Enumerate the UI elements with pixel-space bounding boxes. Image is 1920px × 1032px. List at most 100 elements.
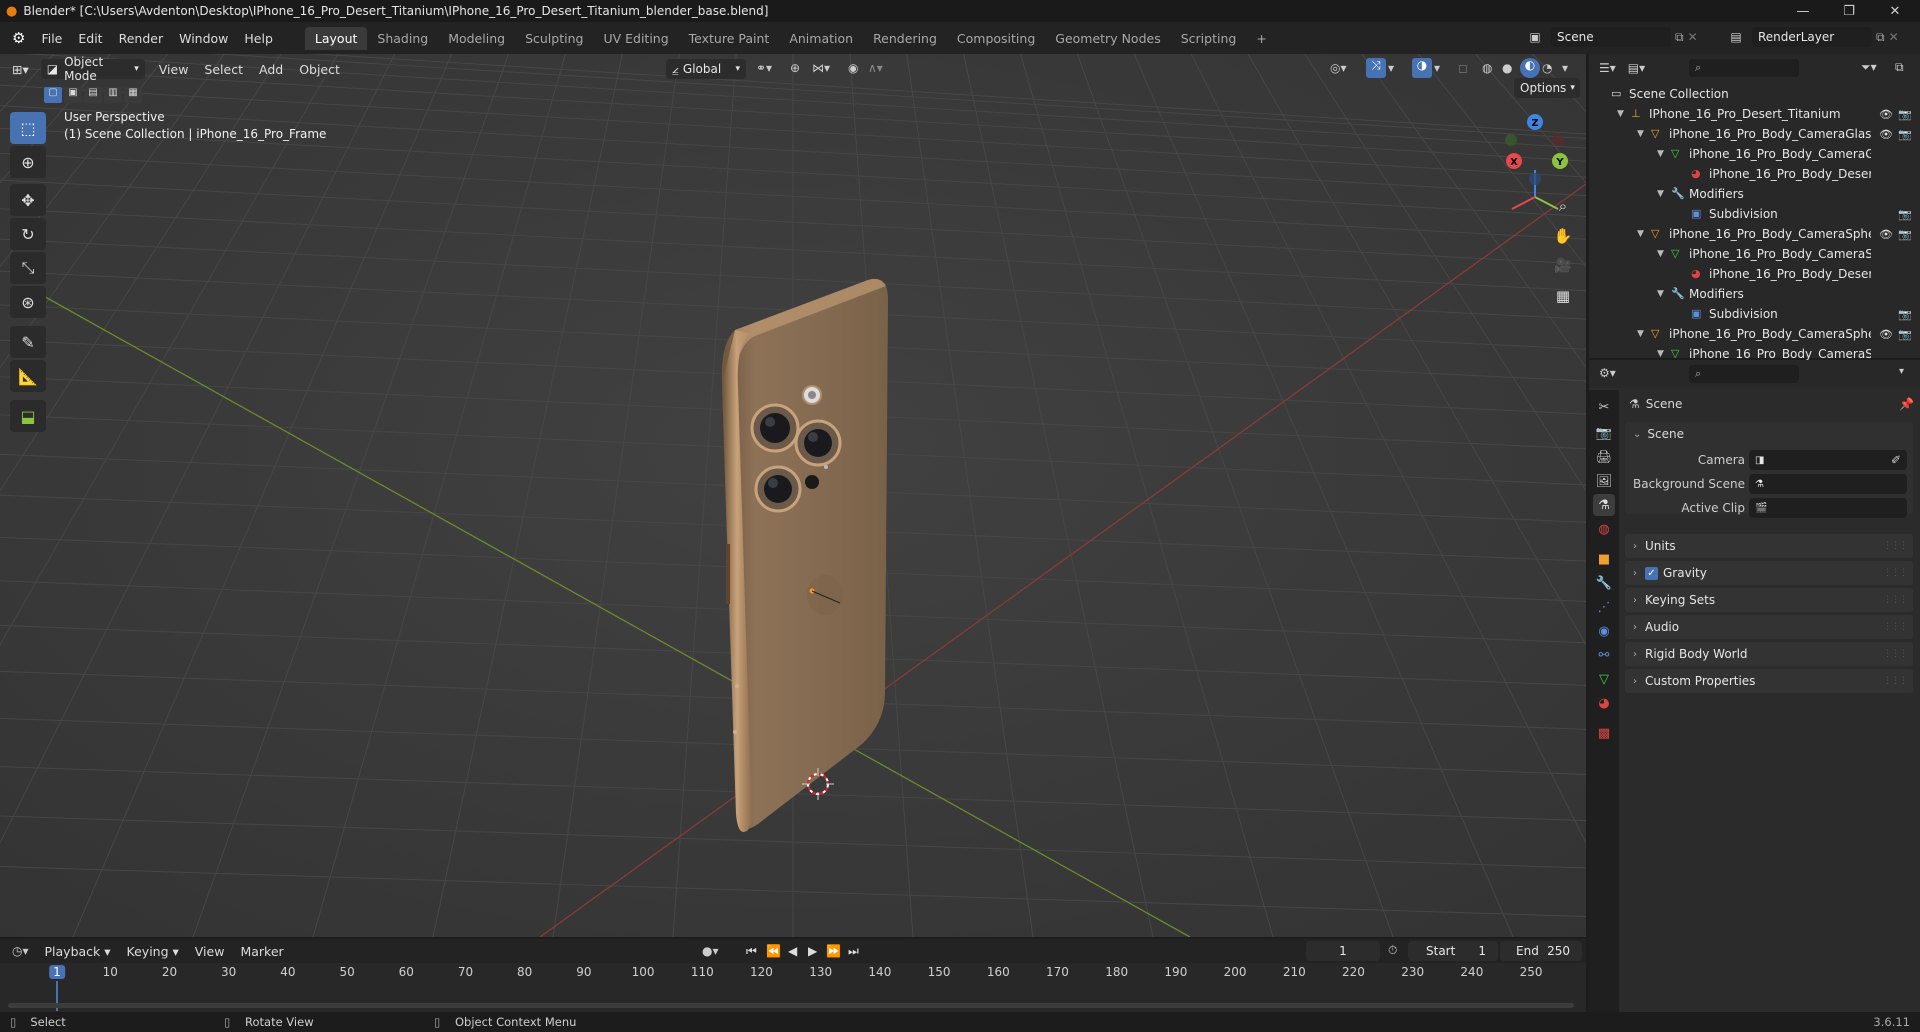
outliner-row[interactable]: ▣ Subdivision 📷 [1589,304,1920,324]
maximize-button[interactable]: ❐ [1826,0,1872,22]
3d-viewport[interactable]: Z Y X ⊞▾ ◪ Object Mode ▾ View Select Add… [0,54,1586,937]
menu-edit[interactable]: Edit [70,31,110,46]
gizmo-menu-icon[interactable]: ▾ [1388,61,1394,75]
outliner-row[interactable]: ▼ ▽ iPhone_16_Pro_Body_CameraGl [1589,144,1920,164]
xray-icon[interactable]: ◻ [1458,61,1468,75]
outliner-search-input[interactable]: ⌕ [1689,59,1799,77]
expand-toggle-icon[interactable]: ▼ [1637,129,1644,139]
properties-search-input[interactable]: ⌕ [1689,365,1799,383]
outliner-row[interactable]: ▼ 🔧 Modifiers [1589,184,1920,204]
expand-toggle-icon[interactable]: ▼ [1657,149,1664,159]
prev-keyframe-icon[interactable]: ⏪ [766,944,781,958]
expand-toggle-icon[interactable]: ▼ [1617,109,1624,119]
select-subtract-icon[interactable]: ▤ [84,87,102,103]
outliner-row[interactable]: ▭ Scene Collection [1589,84,1920,104]
menu-keying[interactable]: Keying ▾ [119,944,187,959]
new-scene-icon[interactable]: ⧉ [1675,30,1684,45]
eyedropper-icon[interactable]: ✐ [1891,453,1901,467]
render-camera-icon[interactable]: 📷 [1898,108,1912,121]
next-keyframe-icon[interactable]: ⏩ [826,944,841,958]
tab-modeling[interactable]: Modeling [438,27,515,50]
tab-data[interactable]: ▽ [1593,668,1615,690]
snap-target-icon[interactable]: ⋈▾ [812,61,830,75]
panel-rigid-body-world[interactable]: › Rigid Body World ⋮⋮⋮ [1625,642,1913,666]
tool-select-box[interactable]: ⬚ [10,112,46,144]
display-mode-icon[interactable]: ▤▾ [1628,61,1645,75]
menu-view-timeline[interactable]: View [187,944,233,959]
perspective-toggle-button[interactable]: ▦ [1549,282,1577,310]
select-intersect-icon[interactable]: ▦ [124,87,142,103]
start-frame-field[interactable]: Start 1 [1408,941,1498,961]
delete-scene-icon[interactable]: ✕ [1688,30,1698,44]
menu-object[interactable]: Object [291,62,348,77]
tool-scale[interactable]: ⤡ [10,252,46,284]
scene-icon[interactable]: ▣ [1523,30,1547,44]
expand-toggle-icon[interactable]: ▼ [1637,229,1644,239]
close-button[interactable]: ✕ [1872,0,1918,22]
tab-compositing[interactable]: Compositing [947,27,1045,50]
tab-geometry-nodes[interactable]: Geometry Nodes [1045,27,1170,50]
timeline-editor-icon[interactable]: ◷▾ [12,944,29,958]
mode-selector[interactable]: ◪ Object Mode ▾ [40,55,145,83]
transform-orientation-selector[interactable]: ⦤ Global ▾ [666,59,746,79]
tab-physics[interactable]: ◉ [1593,620,1615,642]
drag-handle-icon[interactable]: ⋮⋮⋮ [1883,568,1908,578]
tab-texture[interactable]: ▩ [1593,722,1615,744]
outliner-row[interactable]: ▼ ▽ iPhone_16_Pro_Body_CameraSphere 👁 📷 [1589,224,1920,244]
panel-units[interactable]: › Units ⋮⋮⋮ [1625,534,1913,558]
menu-playback[interactable]: Playback ▾ [37,944,119,959]
tab-particles[interactable]: ⋰ [1593,596,1615,618]
outliner-row[interactable]: ▼ ▽ iPhone_16_Pro_Body_CameraGlass 👁 📷 [1589,124,1920,144]
tab-view-layer[interactable]: 🖼 [1593,470,1615,492]
eye-icon[interactable]: 👁 [1879,328,1893,341]
view-layer-selector[interactable]: RenderLayer [1752,27,1872,47]
camera-view-button[interactable]: 🎥 [1549,252,1577,280]
tab-modifiers[interactable]: 🔧 [1593,572,1615,594]
tab-rendering[interactable]: Rendering [863,27,947,50]
outliner-row[interactable]: ▣ Subdivision 📷 [1589,204,1920,224]
overlay-toggle-icon[interactable]: ◑ [1412,58,1432,78]
render-camera-icon[interactable]: 📷 [1898,208,1912,221]
select-new-icon[interactable]: ▢ [44,87,62,103]
outliner-row[interactable]: ◕ iPhone_16_Pro_Body_Deser [1589,264,1920,284]
tab-object[interactable]: ■ [1593,548,1615,570]
visibility-icon[interactable]: ◎▾ [1330,61,1347,75]
drag-handle-icon[interactable]: ⋮⋮⋮ [1883,622,1908,632]
tab-material[interactable]: ◕ [1593,692,1615,714]
overlay-menu-icon[interactable]: ▾ [1434,61,1440,75]
shading-menu-icon[interactable]: ▾ [1562,61,1568,75]
filter-icon[interactable]: ⏷▾ [1861,60,1877,75]
new-collection-icon[interactable]: ⧉ [1895,60,1904,75]
tool-rotate[interactable]: ↻ [10,218,46,250]
options-dropdown[interactable]: Options ▾ [1514,78,1580,98]
jump-start-icon[interactable]: ⏮ [746,944,757,959]
tab-scene[interactable]: ⚗ [1593,494,1615,516]
tab-output[interactable]: 🖨 [1593,446,1615,468]
auto-keying-icon[interactable]: ●▾ [702,944,719,958]
expand-toggle-icon[interactable]: ▼ [1657,349,1664,359]
properties-editor-icon[interactable]: ⚙▾ [1599,366,1616,380]
expand-toggle-icon[interactable]: ▼ [1637,329,1644,339]
menu-view[interactable]: View [151,62,197,77]
expand-toggle-icon[interactable]: ▼ [1657,249,1664,259]
outliner-row[interactable]: ▼ ▽ iPhone_16_Pro_Body_CameraSphere 👁 📷 [1589,324,1920,344]
scene-selector[interactable]: Scene [1551,27,1671,47]
timeline-scrollbar[interactable] [8,1003,1574,1008]
eye-icon[interactable]: 👁 [1879,128,1893,141]
stopwatch-icon[interactable]: ⏱ [1388,943,1397,958]
expand-toggle-icon[interactable]: ▼ [1657,289,1664,299]
minimize-button[interactable]: — [1780,0,1826,22]
gizmo-neg-z[interactable] [1529,173,1541,185]
tab-animation[interactable]: Animation [779,27,863,50]
tab-texture-paint[interactable]: Texture Paint [679,27,780,50]
tool-cursor[interactable]: ⊕ [10,146,46,178]
zoom-button[interactable]: ⌕ [1549,192,1577,220]
solid-shading-icon[interactable]: ● [1502,61,1512,75]
outliner-row[interactable]: ▼ ▽ iPhone_16_Pro_Body_CameraSp [1589,244,1920,264]
render-camera-icon[interactable]: 📷 [1898,328,1912,341]
outliner-row[interactable]: ▼ 🔧 Modifiers [1589,284,1920,304]
drag-handle-icon[interactable]: ⋮⋮⋮ [1883,541,1908,551]
falloff-icon[interactable]: ∧▾ [868,61,883,75]
menu-render[interactable]: Render [111,31,172,46]
drag-handle-icon[interactable]: ⋮⋮⋮ [1883,676,1908,686]
